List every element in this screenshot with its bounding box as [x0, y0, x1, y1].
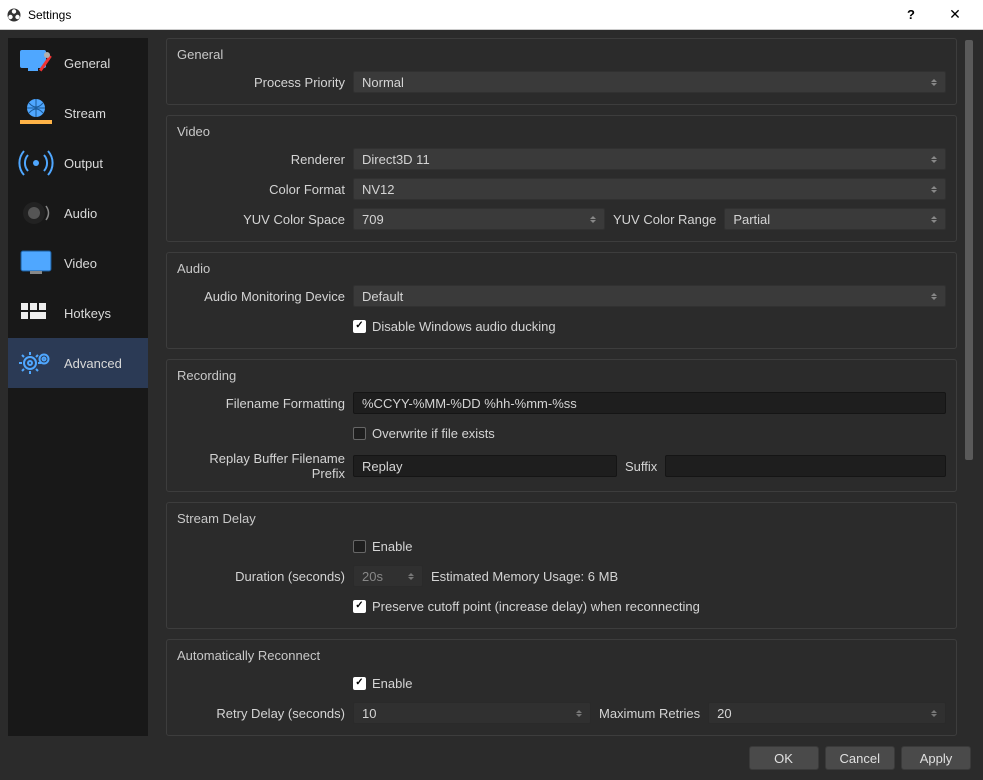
retry-delay-label: Retry Delay (seconds) — [177, 706, 353, 721]
speaker-icon — [16, 196, 56, 230]
sidebar-item-stream[interactable]: Stream — [8, 88, 148, 138]
group-recording: Recording Filename Formatting %CCYY-%MM-… — [166, 359, 957, 492]
yuv-space-label: YUV Color Space — [177, 212, 353, 227]
globe-stream-icon — [16, 96, 56, 130]
group-general: General Process Priority Normal — [166, 38, 957, 105]
sidebar-item-label: Hotkeys — [64, 306, 111, 321]
yuv-space-combo[interactable]: 709 — [353, 208, 605, 230]
group-title: Stream Delay — [177, 511, 946, 526]
filename-formatting-label: Filename Formatting — [177, 396, 353, 411]
checkbox-label: Disable Windows audio ducking — [372, 319, 556, 334]
close-button[interactable]: ✕ — [933, 0, 977, 29]
filename-formatting-input[interactable]: %CCYY-%MM-%DD %hh-%mm-%ss — [353, 392, 946, 414]
replay-prefix-input[interactable]: Replay — [353, 455, 617, 477]
window-title: Settings — [28, 8, 889, 22]
apply-button[interactable]: Apply — [901, 746, 971, 770]
group-title: General — [177, 47, 946, 62]
yuv-range-combo[interactable]: Partial — [724, 208, 946, 230]
streamdelay-enable-checkbox[interactable]: Enable — [353, 539, 412, 554]
group-streamdelay: Stream Delay Enable Duration (seconds) 2… — [166, 502, 957, 629]
monitoring-device-label: Audio Monitoring Device — [177, 289, 353, 304]
group-audio: Audio Audio Monitoring Device Default Di… — [166, 252, 957, 349]
settings-content: General Process Priority Normal Video Re… — [148, 38, 963, 736]
group-title: Audio — [177, 261, 946, 276]
max-retries-label: Maximum Retries — [591, 706, 708, 721]
help-button[interactable]: ? — [889, 0, 933, 29]
preserve-cutoff-checkbox[interactable]: Preserve cutoff point (increase delay) w… — [353, 599, 700, 614]
monitor-icon — [16, 246, 56, 280]
ok-button[interactable]: OK — [749, 746, 819, 770]
group-title: Automatically Reconnect — [177, 648, 946, 663]
sidebar-item-label: Advanced — [64, 356, 122, 371]
renderer-label: Renderer — [177, 152, 353, 167]
duration-label: Duration (seconds) — [177, 569, 353, 584]
checkbox-label: Preserve cutoff point (increase delay) w… — [372, 599, 700, 614]
sidebar-item-audio[interactable]: Audio — [8, 188, 148, 238]
monitor-tools-icon — [16, 46, 56, 80]
sidebar-item-label: Stream — [64, 106, 106, 121]
retry-delay-spinner[interactable]: 10 — [353, 702, 591, 724]
dialog-footer: OK Cancel Apply — [0, 736, 983, 780]
sidebar-item-output[interactable]: Output — [8, 138, 148, 188]
sidebar-item-video[interactable]: Video — [8, 238, 148, 288]
group-video: Video Renderer Direct3D 11 Color Format … — [166, 115, 957, 242]
scrollbar-thumb[interactable] — [965, 40, 973, 460]
reconnect-enable-checkbox[interactable]: Enable — [353, 676, 412, 691]
cancel-button[interactable]: Cancel — [825, 746, 895, 770]
max-retries-spinner[interactable]: 20 — [708, 702, 946, 724]
sidebar: General Stream Output Audio — [8, 38, 148, 736]
memory-usage-label: Estimated Memory Usage: 6 MB — [423, 569, 626, 584]
disable-ducking-checkbox[interactable]: Disable Windows audio ducking — [353, 319, 556, 334]
sidebar-item-label: Video — [64, 256, 97, 271]
process-priority-combo[interactable]: Normal — [353, 71, 946, 93]
group-reconnect: Automatically Reconnect Enable Retry Del… — [166, 639, 957, 736]
sidebar-item-label: Output — [64, 156, 103, 171]
renderer-combo[interactable]: Direct3D 11 — [353, 148, 946, 170]
broadcast-icon — [16, 146, 56, 180]
monitoring-device-combo[interactable]: Default — [353, 285, 946, 307]
titlebar: Settings ? ✕ — [0, 0, 983, 30]
checkbox-label: Enable — [372, 539, 412, 554]
sidebar-item-advanced[interactable]: Advanced — [8, 338, 148, 388]
sidebar-item-label: General — [64, 56, 110, 71]
process-priority-label: Process Priority — [177, 75, 353, 90]
checkbox-label: Overwrite if file exists — [372, 426, 495, 441]
overwrite-checkbox[interactable]: Overwrite if file exists — [353, 426, 495, 441]
group-title: Video — [177, 124, 946, 139]
colorformat-combo[interactable]: NV12 — [353, 178, 946, 200]
suffix-label: Suffix — [617, 459, 665, 474]
colorformat-label: Color Format — [177, 182, 353, 197]
replay-prefix-label: Replay Buffer Filename Prefix — [177, 451, 353, 481]
keyboard-icon — [16, 296, 56, 330]
sidebar-item-hotkeys[interactable]: Hotkeys — [8, 288, 148, 338]
app-icon — [6, 7, 22, 23]
replay-suffix-input[interactable] — [665, 455, 946, 477]
yuv-range-label: YUV Color Range — [605, 212, 724, 227]
scrollbar[interactable] — [963, 38, 975, 736]
duration-spinner[interactable]: 20s — [353, 565, 423, 587]
sidebar-item-label: Audio — [64, 206, 97, 221]
group-title: Recording — [177, 368, 946, 383]
gears-icon — [16, 346, 56, 380]
sidebar-item-general[interactable]: General — [8, 38, 148, 88]
checkbox-label: Enable — [372, 676, 412, 691]
